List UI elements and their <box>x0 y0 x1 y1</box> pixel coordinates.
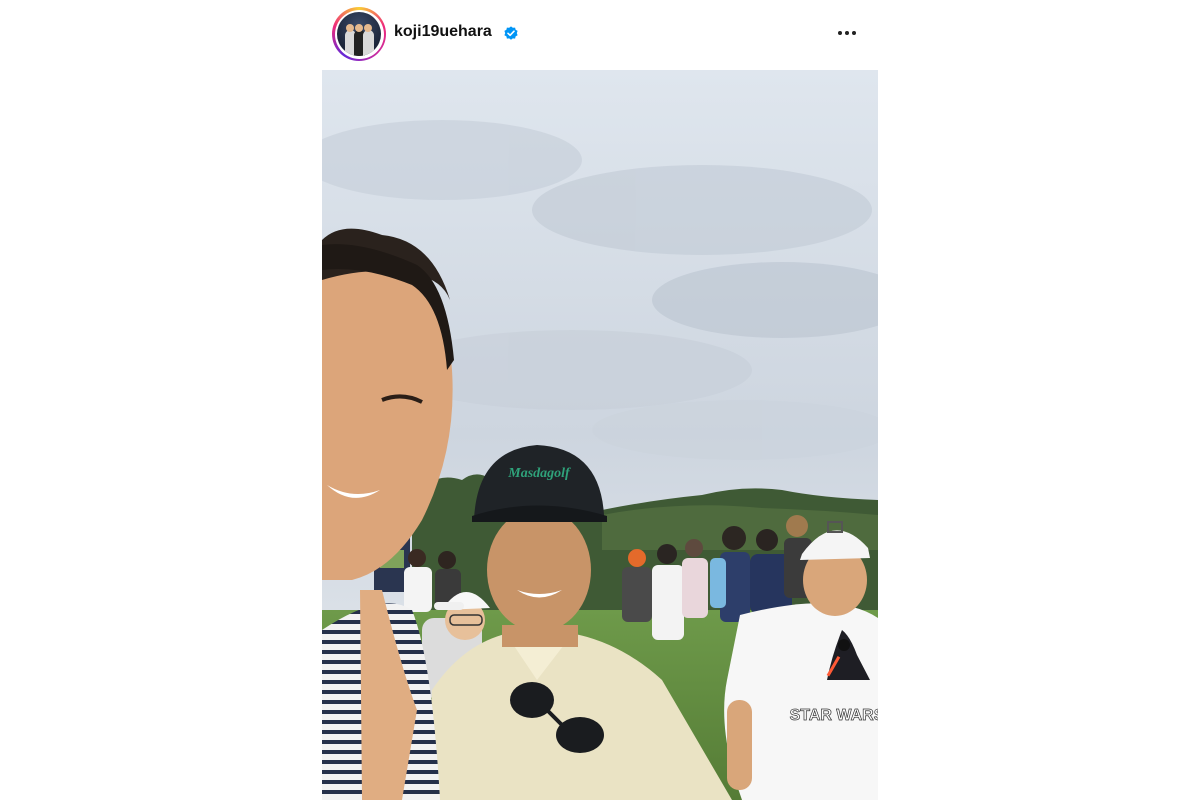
cap-logo: Masdagolf <box>507 466 571 481</box>
post-photo[interactable]: STAR WARS Masdagolf <box>322 70 878 800</box>
verified-badge-icon <box>504 26 518 40</box>
avatar[interactable] <box>337 12 381 56</box>
story-ring[interactable] <box>332 7 386 61</box>
username-link[interactable]: koji19uehara <box>394 23 492 41</box>
more-options-button[interactable] <box>832 22 862 44</box>
selfie-photo: STAR WARS Masdagolf <box>322 70 878 800</box>
star-wars-print: STAR WARS <box>790 707 878 724</box>
more-horizontal-icon <box>838 31 842 35</box>
instagram-post: koji19uehara STAR WARS Masdagolf <box>322 0 878 800</box>
post-header: koji19uehara <box>322 0 878 70</box>
